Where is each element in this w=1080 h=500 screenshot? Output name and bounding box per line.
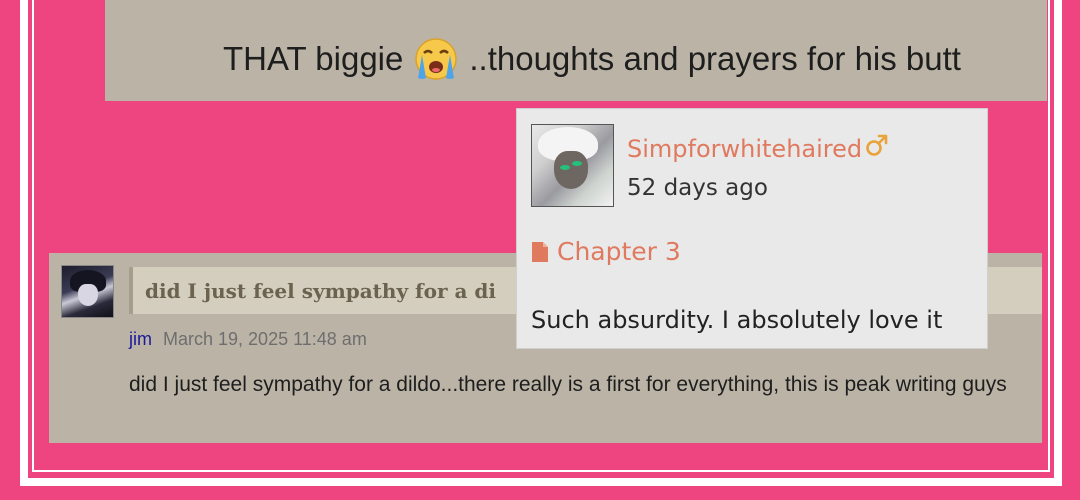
avatar-eye [560,165,570,170]
comment-meta: jim March 19, 2025 11:48 am [129,329,367,350]
top-comment: THAT biggie ..thoughts and prayers for h… [105,0,1047,101]
avatar-face [554,151,588,189]
tooltip-comment-text: Such absurdity. I absolutely love it [531,306,943,334]
avatar-eye [572,161,582,166]
comment-body: did I just feel sympathy for a dildo...t… [129,373,1007,396]
chapter-link-label: Chapter 3 [557,237,681,266]
chapter-link[interactable]: Chapter 3 [531,237,681,266]
avatar-face [78,284,98,306]
loudly-crying-face-icon [415,38,458,80]
top-comment-text-part2: ..thoughts and prayers for his butt [469,40,961,77]
top-comment-text: THAT biggie ..thoughts and prayers for h… [223,36,961,82]
male-icon [866,134,888,156]
username-text: Simpforwhitehaired [627,135,863,163]
username-link[interactable]: Simpforwhitehaired [627,134,890,163]
top-comment-text-part1: THAT biggie [223,40,404,77]
avatar[interactable] [61,265,114,318]
comment-date: March 19, 2025 11:48 am [163,329,367,349]
comment-tooltip-card: Simpforwhitehaired 52 days ago Chapter 3… [516,108,988,349]
time-ago: 52 days ago [627,175,768,201]
avatar[interactable] [531,124,614,207]
comment-author-link[interactable]: jim [129,329,152,349]
reply-quote-text: did I just feel sympathy for a di [145,279,496,303]
document-icon [532,241,548,262]
